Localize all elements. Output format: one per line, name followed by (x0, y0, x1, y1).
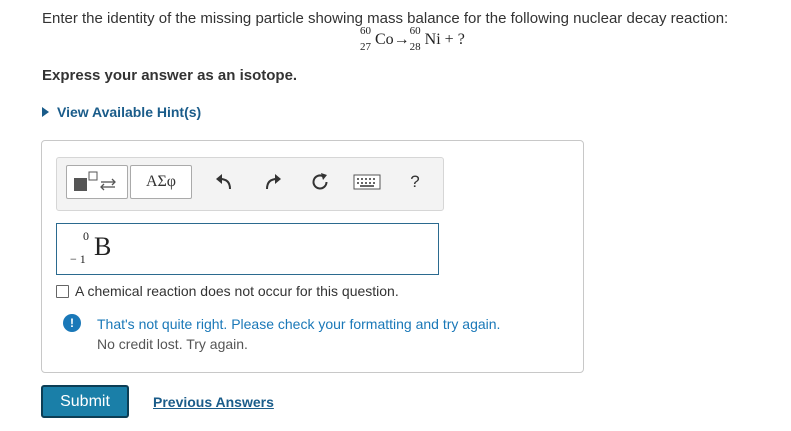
product-mass: 60 (409, 25, 421, 37)
view-hints-toggle[interactable]: View Available Hint(s) (42, 104, 201, 120)
reactant-symbol: Co (375, 31, 394, 48)
feedback-line-1: That's not quite right. Please check you… (97, 316, 501, 332)
reactant-mass: 60 (360, 25, 371, 37)
answer-mass: 0 (83, 229, 89, 243)
caret-right-icon (42, 107, 49, 117)
product-symbol: Ni (424, 31, 441, 48)
feedback-message: That's not quite right. Please check you… (97, 314, 500, 354)
answer-atomic: − 1 (70, 252, 86, 266)
templates-icon (74, 171, 116, 191)
redo-button[interactable] (261, 170, 285, 194)
answer-input[interactable] (56, 223, 439, 275)
previous-answers-link[interactable]: Previous Answers (153, 394, 274, 410)
answer-format-instruction: Express your answer as an isotope. (42, 67, 298, 84)
help-icon: ? (410, 172, 420, 191)
reaction-arrow: → (393, 31, 410, 48)
question-text: Enter the identity of the missing partic… (42, 10, 729, 27)
reset-icon (312, 173, 328, 190)
reaction-equation: 60 27 Co → 60 28 Ni + ? (360, 26, 465, 53)
help-button[interactable]: ? (403, 170, 427, 194)
no-reaction-option[interactable]: A chemical reaction does not occur for t… (56, 283, 399, 299)
undo-button[interactable] (212, 170, 236, 194)
product-atomic: 28 (409, 41, 421, 53)
feedback-line-2: No credit lost. Try again. (97, 336, 248, 352)
reactant-isotope: 60 27 Co (360, 26, 394, 53)
answer-symbol: B (94, 232, 112, 261)
undo-icon (216, 174, 231, 190)
no-reaction-label: A chemical reaction does not occur for t… (75, 283, 399, 299)
keyboard-icon (353, 174, 381, 190)
keyboard-button[interactable] (352, 172, 382, 192)
no-reaction-checkbox[interactable] (56, 284, 69, 298)
plus-sign: + (444, 31, 454, 48)
alert-icon: ! (63, 314, 81, 332)
reactant-atomic: 27 (360, 41, 371, 53)
symbols-button[interactable]: ΑΣφ (130, 165, 192, 199)
unknown-particle: ? (457, 31, 465, 48)
redo-icon (266, 174, 281, 190)
templates-button[interactable] (66, 165, 128, 199)
reset-button[interactable] (308, 170, 332, 194)
view-hints-label: View Available Hint(s) (57, 104, 202, 120)
product-isotope: 60 28 Ni (410, 26, 441, 53)
submit-button[interactable]: Submit (41, 385, 129, 418)
